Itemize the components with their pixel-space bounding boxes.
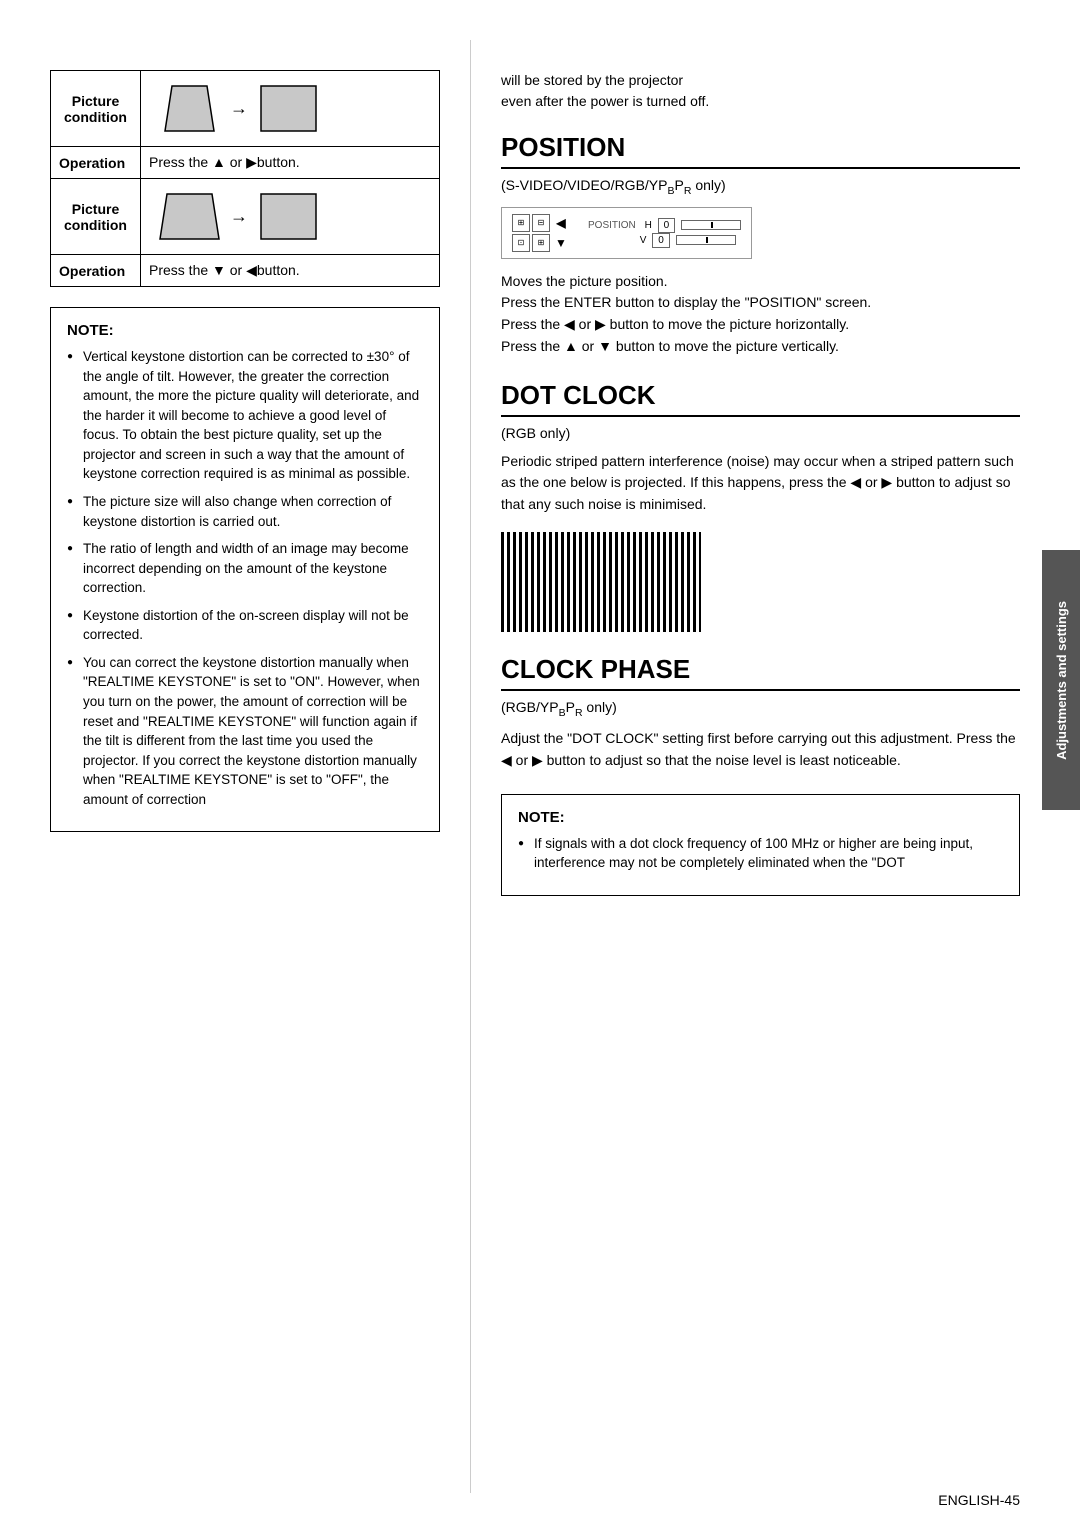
- picture-condition-label-1: Picturecondition: [51, 71, 141, 147]
- position-display-box: ⊞ ⊟ ◀ ⊡ ⊞ ▼ POSITION H 0: [501, 207, 752, 259]
- note-list-right: If signals with a dot clock frequency of…: [518, 834, 1003, 873]
- right-column: will be stored by the projector even aft…: [470, 40, 1080, 1493]
- pos-icon-3: ⊡: [512, 234, 530, 252]
- pos-v-slider: [676, 235, 736, 245]
- note-title-right: NOTE:: [518, 809, 1003, 826]
- table-row: Operation Press the ▲ or ▶button.: [51, 147, 440, 179]
- position-icons: ⊞ ⊟ ◀ ⊡ ⊞ ▼: [512, 214, 570, 252]
- position-title: Position: [501, 132, 1020, 169]
- note-item: The ratio of length and width of an imag…: [67, 539, 423, 598]
- note-item: Keystone distortion of the on-screen dis…: [67, 606, 423, 645]
- continuation-text: will be stored by the projector even aft…: [501, 70, 1020, 112]
- pos-icon-4: ⊞: [532, 234, 550, 252]
- position-section: Position (S-VIDEO/VIDEO/RGB/YPBPR only) …: [501, 132, 1020, 358]
- page-footer: ENGLISH-45: [938, 1492, 1020, 1508]
- position-values: POSITION H 0 V 0: [588, 220, 741, 246]
- operation-text-2: Press the ▼ or ◀button.: [141, 255, 440, 287]
- note-item-right: If signals with a dot clock frequency of…: [518, 834, 1003, 873]
- pos-v-label: V: [640, 235, 647, 246]
- operation-text-1: Press the ▲ or ▶button.: [141, 147, 440, 179]
- pos-icon-right: ◀: [552, 214, 570, 232]
- stripe-pattern-image: [501, 532, 701, 632]
- note-box-left: NOTE: Vertical keystone distortion can b…: [50, 307, 440, 832]
- pos-icon-down: ▼: [552, 234, 570, 252]
- pos-label: POSITION: [588, 220, 636, 231]
- dot-clock-body: Periodic striped pattern interference (n…: [501, 451, 1020, 516]
- table-row: Picturecondition →: [51, 179, 440, 255]
- trap-bottom-before: [157, 189, 222, 244]
- side-tab: Adjustments and settings: [1042, 550, 1080, 810]
- pos-h-slider: [681, 220, 741, 230]
- rect-after-1: [256, 81, 321, 136]
- operation-label-2: Operation: [51, 255, 141, 287]
- rect-after-2: [256, 189, 321, 244]
- pos-icon-1: ⊞: [512, 214, 530, 232]
- operation-label-1: Operation: [51, 147, 141, 179]
- clock-phase-subtitle: (RGB/YPBPR only): [501, 699, 1020, 719]
- note-title-left: NOTE:: [67, 322, 423, 339]
- note-item: Vertical keystone distortion can be corr…: [67, 347, 423, 484]
- picture-diagram-2: →: [141, 179, 440, 255]
- clock-phase-section: Clock Phase (RGB/YPBPR only) Adjust the …: [501, 654, 1020, 772]
- trap-top-before: [157, 81, 222, 136]
- pos-icon-2: ⊟: [532, 214, 550, 232]
- pos-h-label: H: [645, 220, 652, 231]
- keystone-table: Picturecondition →: [50, 70, 440, 287]
- left-column: Picturecondition →: [0, 40, 470, 1493]
- pos-h-value: 0: [658, 218, 676, 233]
- arrow-icon: →: [230, 98, 248, 119]
- note-list-left: Vertical keystone distortion can be corr…: [67, 347, 423, 809]
- dot-clock-title: Dot Clock: [501, 380, 1020, 417]
- note-box-right: NOTE: If signals with a dot clock freque…: [501, 794, 1020, 896]
- pos-spacer: [588, 235, 613, 246]
- pos-v-value: 0: [652, 233, 670, 248]
- table-row: Picturecondition →: [51, 71, 440, 147]
- clock-phase-title: Clock Phase: [501, 654, 1020, 691]
- note-item: The picture size will also change when c…: [67, 492, 423, 531]
- picture-condition-label-2: Picturecondition: [51, 179, 141, 255]
- side-tab-label: Adjustments and settings: [1054, 601, 1069, 760]
- table-row: Operation Press the ▼ or ◀button.: [51, 255, 440, 287]
- position-body: Moves the picture position. Press the EN…: [501, 271, 1020, 358]
- arrow-icon-2: →: [230, 206, 248, 227]
- position-subtitle: (S-VIDEO/VIDEO/RGB/YPBPR only): [501, 177, 1020, 197]
- note-item: You can correct the keystone distortion …: [67, 653, 423, 810]
- dot-clock-subtitle: (RGB only): [501, 425, 1020, 441]
- footer-text: ENGLISH-45: [938, 1492, 1020, 1508]
- clock-phase-body: Adjust the "DOT CLOCK" setting first bef…: [501, 728, 1020, 771]
- dot-clock-section: Dot Clock (RGB only) Periodic striped pa…: [501, 380, 1020, 632]
- picture-diagram-1: →: [141, 71, 440, 147]
